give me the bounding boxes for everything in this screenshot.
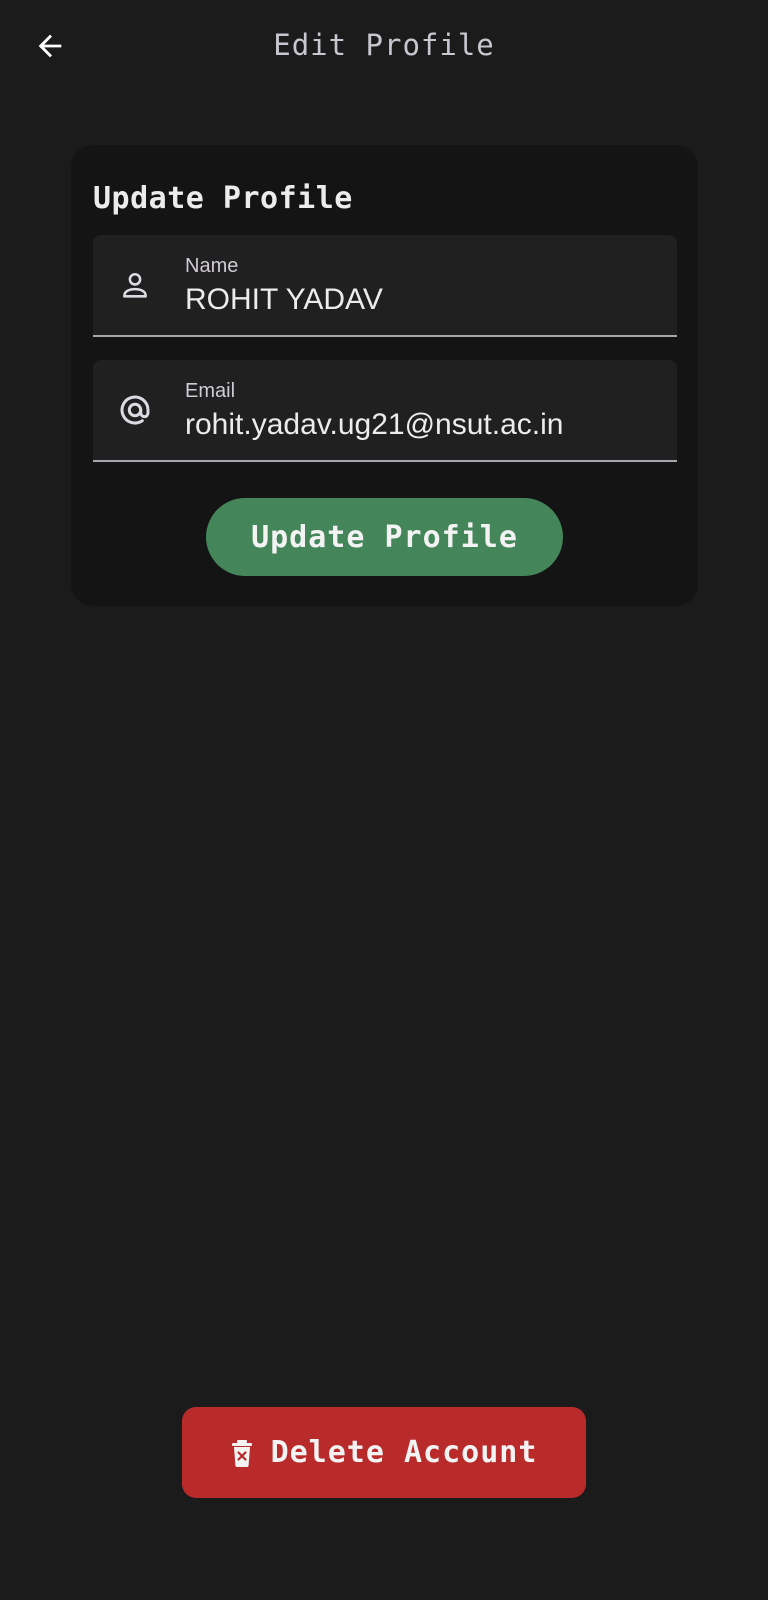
person-icon <box>115 265 155 305</box>
update-profile-button[interactable]: Update Profile <box>206 498 563 576</box>
trash-icon <box>231 1439 253 1467</box>
delete-account-label: Delete Account <box>270 1435 538 1470</box>
at-icon <box>115 390 155 430</box>
email-label: Email <box>185 380 236 402</box>
name-field[interactable]: Name ROHIT YADAV <box>93 235 677 337</box>
app-bar: Edit Profile <box>0 0 768 96</box>
name-input[interactable]: ROHIT YADAV <box>185 283 667 317</box>
card-title: Update Profile <box>93 181 353 216</box>
update-profile-card: Update Profile Name ROHIT YADAV Email ro… <box>71 145 698 606</box>
email-field[interactable]: Email rohit.yadav.ug21@nsut.ac.in <box>93 360 677 462</box>
email-input[interactable]: rohit.yadav.ug21@nsut.ac.in <box>185 408 667 442</box>
name-label: Name <box>185 255 239 277</box>
delete-account-button[interactable]: Delete Account <box>182 1407 586 1498</box>
page-title: Edit Profile <box>273 28 495 62</box>
